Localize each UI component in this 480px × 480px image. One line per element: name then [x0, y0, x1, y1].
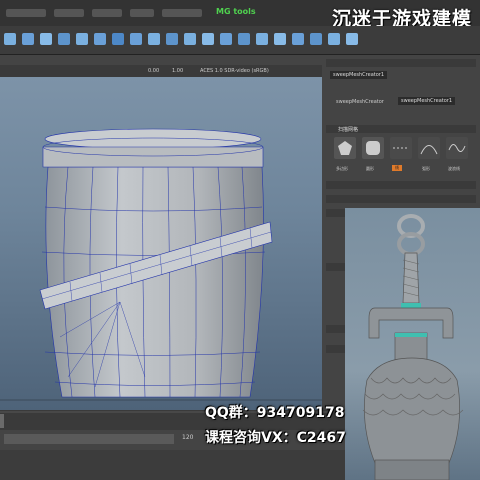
bevel-icon[interactable] — [202, 33, 214, 45]
shape-label-line: 线 — [392, 165, 402, 171]
arc-shape-button[interactable] — [418, 137, 440, 159]
circle-shape-button[interactable] — [362, 137, 384, 159]
node-type-label: sweepMeshCreator — [336, 99, 384, 105]
plane-primitive-icon[interactable] — [166, 33, 178, 45]
section-row[interactable] — [326, 181, 476, 189]
course-contact-text: 课程咨询VX：C2467 — [205, 430, 346, 446]
range-bar[interactable] — [4, 434, 174, 444]
menu-item-modify[interactable] — [162, 9, 202, 17]
sphere-primitive-icon[interactable] — [130, 33, 142, 45]
mg-tools-menu[interactable]: MG tools — [216, 7, 256, 16]
shape-label-polygon: 多边形 — [336, 166, 348, 171]
attribute-tabs[interactable] — [326, 59, 476, 67]
section-row[interactable] — [326, 325, 346, 333]
viewport-menu-bar — [0, 55, 322, 65]
arc-icon — [420, 145, 438, 155]
barrel-model[interactable] — [0, 77, 322, 410]
move-tool-icon[interactable] — [58, 33, 70, 45]
line-icon — [393, 147, 409, 149]
reference-image — [345, 208, 480, 480]
merge-icon[interactable] — [274, 33, 286, 45]
smooth-icon[interactable] — [328, 33, 340, 45]
node-name-tab[interactable]: sweepMeshCreator1 — [330, 71, 388, 79]
sculpt-icon[interactable] — [310, 33, 322, 45]
section-title: 扫描网格 — [338, 127, 359, 133]
current-frame-field[interactable]: 120 — [182, 434, 193, 441]
extrude-icon[interactable] — [184, 33, 196, 45]
bridge-icon[interactable] — [220, 33, 232, 45]
section-row[interactable] — [326, 345, 346, 353]
menu-item-edit[interactable] — [54, 9, 84, 17]
color-space-label[interactable]: ACES 1.0 SDR-video (sRGB) — [200, 68, 269, 74]
polygon-icon — [338, 141, 352, 155]
line-shape-button[interactable] — [390, 137, 412, 159]
3d-viewport[interactable] — [0, 77, 322, 410]
mirror-icon[interactable] — [346, 33, 358, 45]
command-line[interactable] — [0, 450, 345, 480]
menu-item-create[interactable] — [92, 9, 122, 17]
edge-loop-icon[interactable] — [256, 33, 268, 45]
polygon-shape-button[interactable] — [334, 137, 356, 159]
shape-label-arc: 弧形 — [422, 166, 430, 171]
lantern-model — [362, 214, 464, 480]
select-tool-icon[interactable] — [4, 33, 16, 45]
shape-label-wave: 波浪线 — [448, 166, 460, 171]
circle-icon — [366, 141, 380, 155]
lasso-tool-icon[interactable] — [22, 33, 34, 45]
paint-select-icon[interactable] — [40, 33, 52, 45]
frame-ratio-field[interactable]: 1.00 — [172, 68, 183, 74]
wave-icon — [448, 144, 466, 152]
cube-primitive-icon[interactable] — [112, 33, 124, 45]
qq-group-text: QQ群：934709178 — [205, 405, 345, 421]
frame-start-field[interactable]: 0.00 — [148, 68, 159, 74]
shape-label-circle: 圆形 — [366, 166, 374, 171]
uv-editor-icon[interactable] — [292, 33, 304, 45]
main-menu-bar: MG tools 沉迷于游戏建模 — [0, 0, 480, 30]
section-row[interactable] — [326, 263, 346, 271]
rotate-tool-icon[interactable] — [76, 33, 88, 45]
scale-tool-icon[interactable] — [94, 33, 106, 45]
cylinder-primitive-icon[interactable] — [148, 33, 160, 45]
menu-item-select[interactable] — [130, 9, 154, 17]
wave-shape-button[interactable] — [446, 137, 468, 159]
menu-item-file[interactable] — [6, 9, 46, 17]
multicut-icon[interactable] — [238, 33, 250, 45]
viewport-toolbar: 0.00 1.00 ACES 1.0 SDR-video (sRGB) — [0, 65, 322, 77]
section-row[interactable] — [326, 195, 476, 203]
node-name-field[interactable]: sweepMeshCreator1 — [398, 97, 456, 105]
